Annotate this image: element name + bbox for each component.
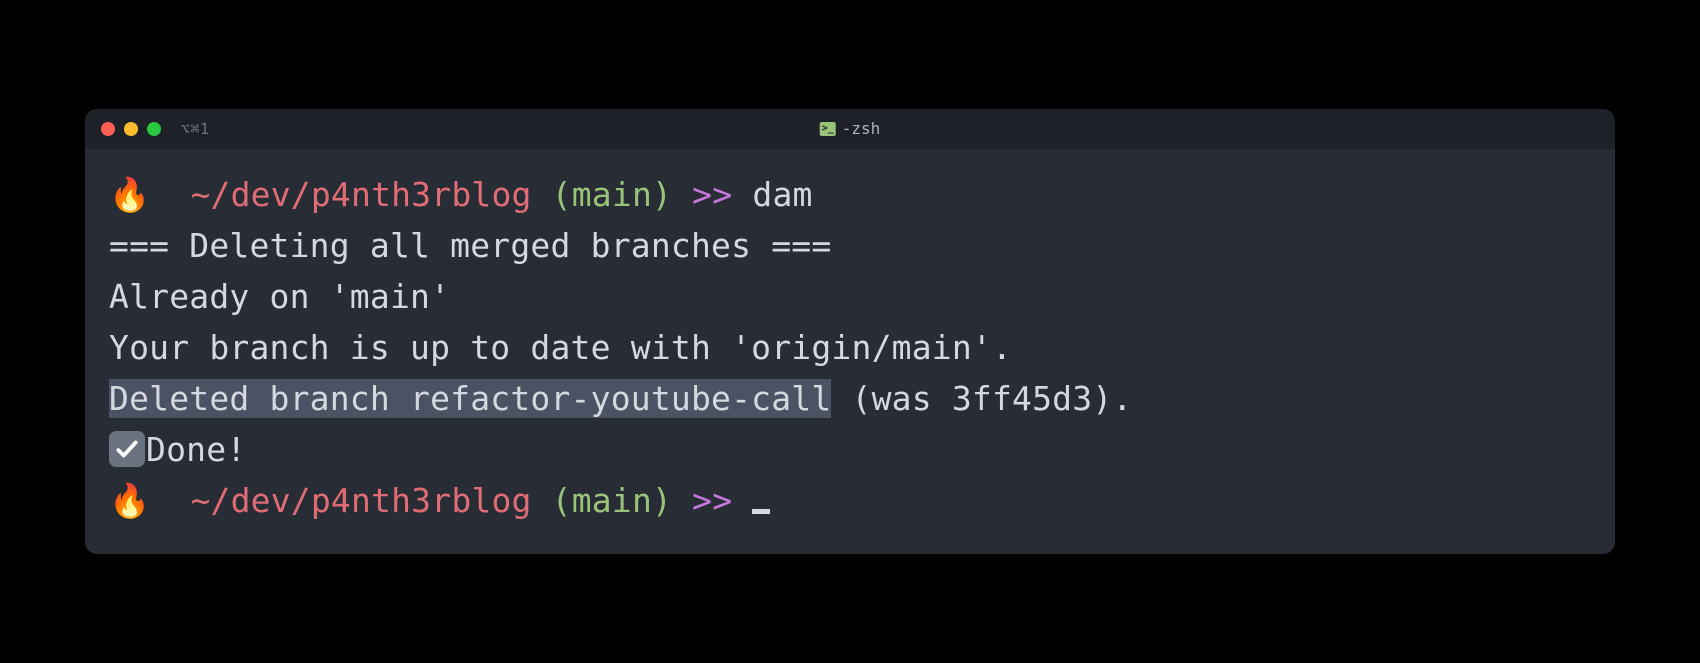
- terminal-icon: >_: [820, 122, 836, 136]
- tab-label[interactable]: ⌥⌘1: [181, 120, 210, 138]
- prompt-arrows: >>: [692, 175, 732, 214]
- prompt-path: ~/dev/p4nth3rblog: [190, 481, 531, 520]
- output-line: Your branch is up to date with 'origin/m…: [109, 322, 1591, 373]
- prompt-branch: (main): [552, 481, 672, 520]
- prompt-line-2: 🔥 ~/dev/p4nth3rblog (main) >>: [109, 475, 1591, 526]
- prompt-arrows: >>: [692, 481, 732, 520]
- cursor: [752, 509, 770, 514]
- minimize-button[interactable]: [124, 122, 138, 136]
- terminal-window: ⌥⌘1 >_ -zsh 🔥 ~/dev/p4nth3rblog (main) >…: [85, 109, 1615, 555]
- output-text: (was 3ff45d3).: [831, 379, 1132, 418]
- titlebar[interactable]: ⌥⌘1 >_ -zsh: [85, 109, 1615, 149]
- window-title: >_ -zsh: [820, 119, 881, 138]
- close-button[interactable]: [101, 122, 115, 136]
- maximize-button[interactable]: [147, 122, 161, 136]
- done-text: Done!: [146, 430, 246, 469]
- output-line: Deleted branch refactor-youtube-call (wa…: [109, 373, 1591, 424]
- output-line: Already on 'main': [109, 271, 1591, 322]
- command-input: dam: [752, 175, 812, 214]
- highlighted-text: Deleted branch refactor-youtube-call: [109, 379, 831, 418]
- prompt-branch: (main): [552, 175, 672, 214]
- fire-icon: 🔥: [109, 475, 150, 526]
- output-done-line: Done!: [109, 424, 1591, 475]
- window-title-text: -zsh: [842, 119, 881, 138]
- prompt-line-1: 🔥 ~/dev/p4nth3rblog (main) >> dam: [109, 169, 1591, 220]
- traffic-lights: [101, 122, 161, 136]
- fire-icon: 🔥: [109, 169, 150, 220]
- terminal-body[interactable]: 🔥 ~/dev/p4nth3rblog (main) >> dam === De…: [85, 149, 1615, 555]
- checkmark-icon: [109, 431, 145, 467]
- output-line: === Deleting all merged branches ===: [109, 220, 1591, 271]
- prompt-path: ~/dev/p4nth3rblog: [190, 175, 531, 214]
